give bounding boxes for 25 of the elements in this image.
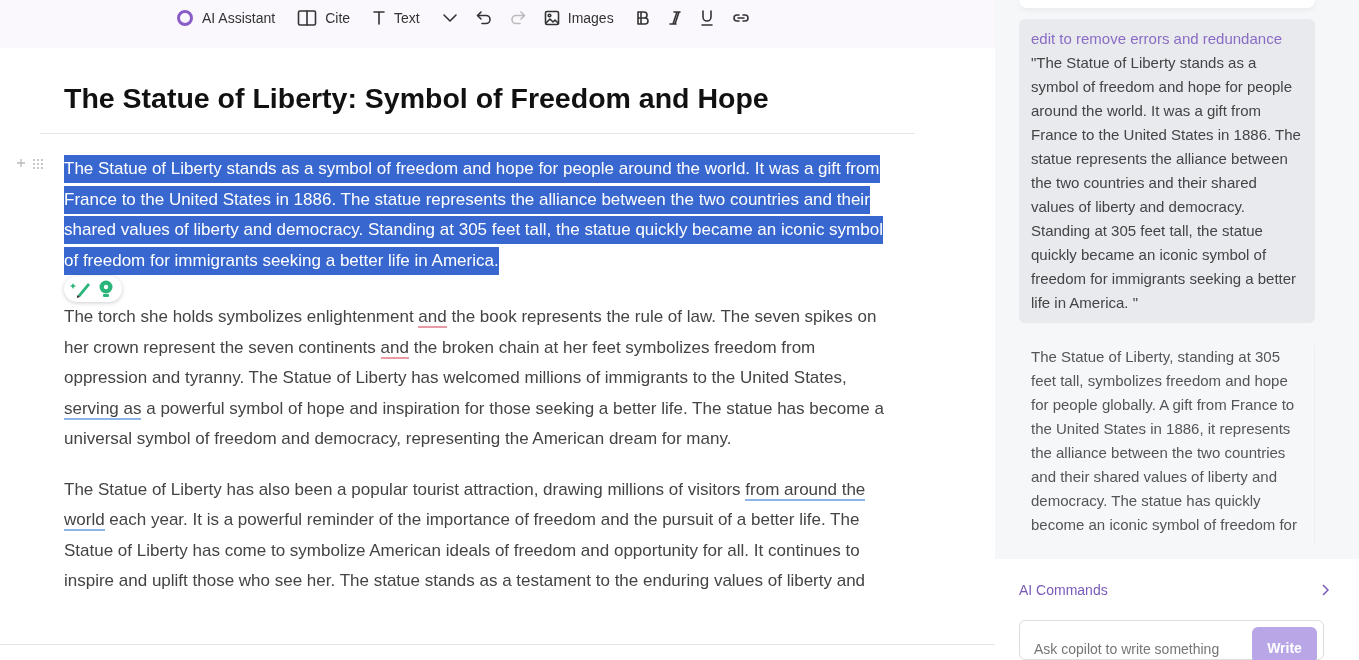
caret-icon <box>441 13 458 23</box>
bold-icon <box>635 10 650 26</box>
text-icon <box>372 10 387 26</box>
italic-icon <box>667 10 682 26</box>
document-title: The Statue of Liberty: Symbol of Freedom and Hope <box>64 82 770 115</box>
prompt-quote: "The Statue of Liberty stands as a symbol of freedom and hope for people around the world. It was a gift from France to the United States in 1886. The statue represents the alliance between the two countries and their shared values of liberty and democracy. Standing at 305 feet tall, the statue quickly became an iconic symbol of freedom for immigrants seeking a better life in America. " <box>1031 52 1302 313</box>
ai-response: The Statue of Liberty, standing at 305 feet tall, symbolizes freedom and hope for people globally. A gift from France to the United States in 1886, it represents the alliance between the two countries and their shared values of liberty and democracy. The statue has quickly become an iconic symbol of freedom for <box>1019 344 1315 546</box>
cite-button[interactable]: Cite <box>297 7 351 29</box>
circle-icon <box>176 9 194 27</box>
link-icon <box>731 12 750 24</box>
text-button[interactable]: Text <box>372 7 420 29</box>
underline-button[interactable] <box>699 7 714 29</box>
image-icon <box>543 10 560 26</box>
drag-handle-icon[interactable] <box>32 158 44 170</box>
redo-icon <box>509 11 526 25</box>
book-icon <box>297 9 318 27</box>
undo-icon <box>475 11 492 25</box>
paragraph: The torch she holds symbolizes enlightenment and the book represents the rule of law. The seven spikes on her crown represent the seven continents and the broken chain at her feet symbolizes freedom from oppression and tyranny. The Statue of Liberty has welcomed millions of immigrants to the United States, serving as a powerful symbol of hope and inspiration for those seeking a better life. The statue has become a universal symbol of freedom and democracy, representing the American dream for many. <box>64 306 885 450</box>
ai-assistant-button[interactable]: AI Assistant <box>176 7 276 29</box>
underline-icon <box>699 10 714 26</box>
prompt-command: edit to remove errors and redundance <box>1031 28 1283 49</box>
chevron-right-icon[interactable] <box>1321 584 1329 596</box>
paragraph: The Statue of Liberty has also been a popular tourist attraction, drawing millions of visitors from around the world each year. It is a powerful reminder of the importance of freedom and the pursuit of a better life. The Statue of Liberty has come to symbolize American ideals of freedom and opportunity for all. It continues to inspire and uplift those who see her. The statue stands as a testament to the enduring values of liberty and <box>64 478 867 592</box>
ai-commands-link[interactable]: AI Commands <box>1019 582 1108 598</box>
images-button[interactable]: Images <box>543 7 614 29</box>
